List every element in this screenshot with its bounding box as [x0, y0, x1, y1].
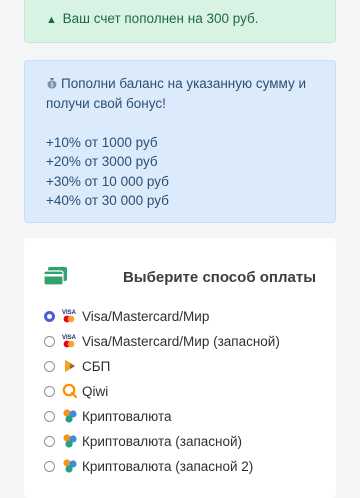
moneybag-icon: $: [47, 78, 57, 89]
warning-icon: ▲: [46, 14, 57, 26]
crypto-icon: [62, 458, 78, 474]
method-visa[interactable]: VISA Visa/Mastercard/Мир: [44, 306, 324, 326]
radio-crypto[interactable]: [44, 410, 55, 422]
method-crypto[interactable]: Криптовалюта: [44, 406, 324, 426]
crypto-icon: [62, 433, 78, 449]
qiwi-icon: [62, 383, 78, 399]
svg-text:VISA: VISA: [62, 310, 77, 316]
radio-visa-backup[interactable]: [44, 335, 55, 347]
method-label: Visa/Mastercard/Мир (запасной): [82, 333, 280, 349]
method-crypto-backup-2[interactable]: Криптовалюта (запасной 2): [44, 456, 324, 476]
bonus-info-alert: $ Пополни баланс на указанную сумму и по…: [24, 60, 336, 223]
method-label: Visa/Mastercard/Мир: [82, 308, 210, 324]
method-crypto-backup[interactable]: Криптовалюта (запасной): [44, 431, 324, 451]
method-label: Криптовалюта (запасной 2): [82, 458, 254, 474]
cards-icon: VISA: [62, 333, 78, 349]
bonus-tier: +10% от 1000 руб: [46, 134, 158, 150]
method-sbp[interactable]: СБП: [44, 356, 324, 376]
payment-card: Выберите способ оплаты VISA Visa/Masterc…: [24, 238, 336, 498]
radio-visa[interactable]: [44, 310, 55, 322]
success-alert-text: Ваш счет пополнен на 300 руб.: [62, 11, 259, 26]
bonus-tier: +30% от 10 000 руб: [46, 173, 169, 189]
cards-icon: VISA: [62, 308, 78, 324]
svg-text:$: $: [50, 82, 54, 89]
method-visa-backup[interactable]: VISA Visa/Mastercard/Мир (запасной): [44, 331, 324, 351]
radio-qiwi[interactable]: [44, 385, 55, 397]
radio-crypto-backup-2[interactable]: [44, 460, 55, 472]
sbp-icon: [62, 358, 78, 374]
info-line-1: Пополни баланс на указанную сумму и: [61, 76, 306, 91]
info-line-2: получи свой бонус!: [46, 95, 166, 111]
bonus-tier: +20% от 3000 руб: [46, 154, 158, 169]
svg-text:VISA: VISA: [62, 335, 77, 341]
method-label: Криптовалюта (запасной): [82, 433, 243, 449]
radio-crypto-backup[interactable]: [44, 435, 55, 447]
radio-sbp[interactable]: [44, 360, 55, 372]
credit-card-icon: [44, 267, 67, 285]
method-label: СБП: [82, 358, 111, 374]
method-label: Qiwi: [82, 383, 109, 399]
bonus-tier: +40% от 30 000 руб: [46, 193, 169, 208]
payment-title: Выберите способ оплаты: [122, 269, 316, 286]
method-label: Криптовалюта: [82, 408, 172, 424]
method-qiwi[interactable]: Qiwi: [44, 381, 324, 401]
success-alert: ▲ Ваш счет пополнен на 300 руб.: [24, 0, 336, 43]
crypto-icon: [62, 408, 78, 424]
